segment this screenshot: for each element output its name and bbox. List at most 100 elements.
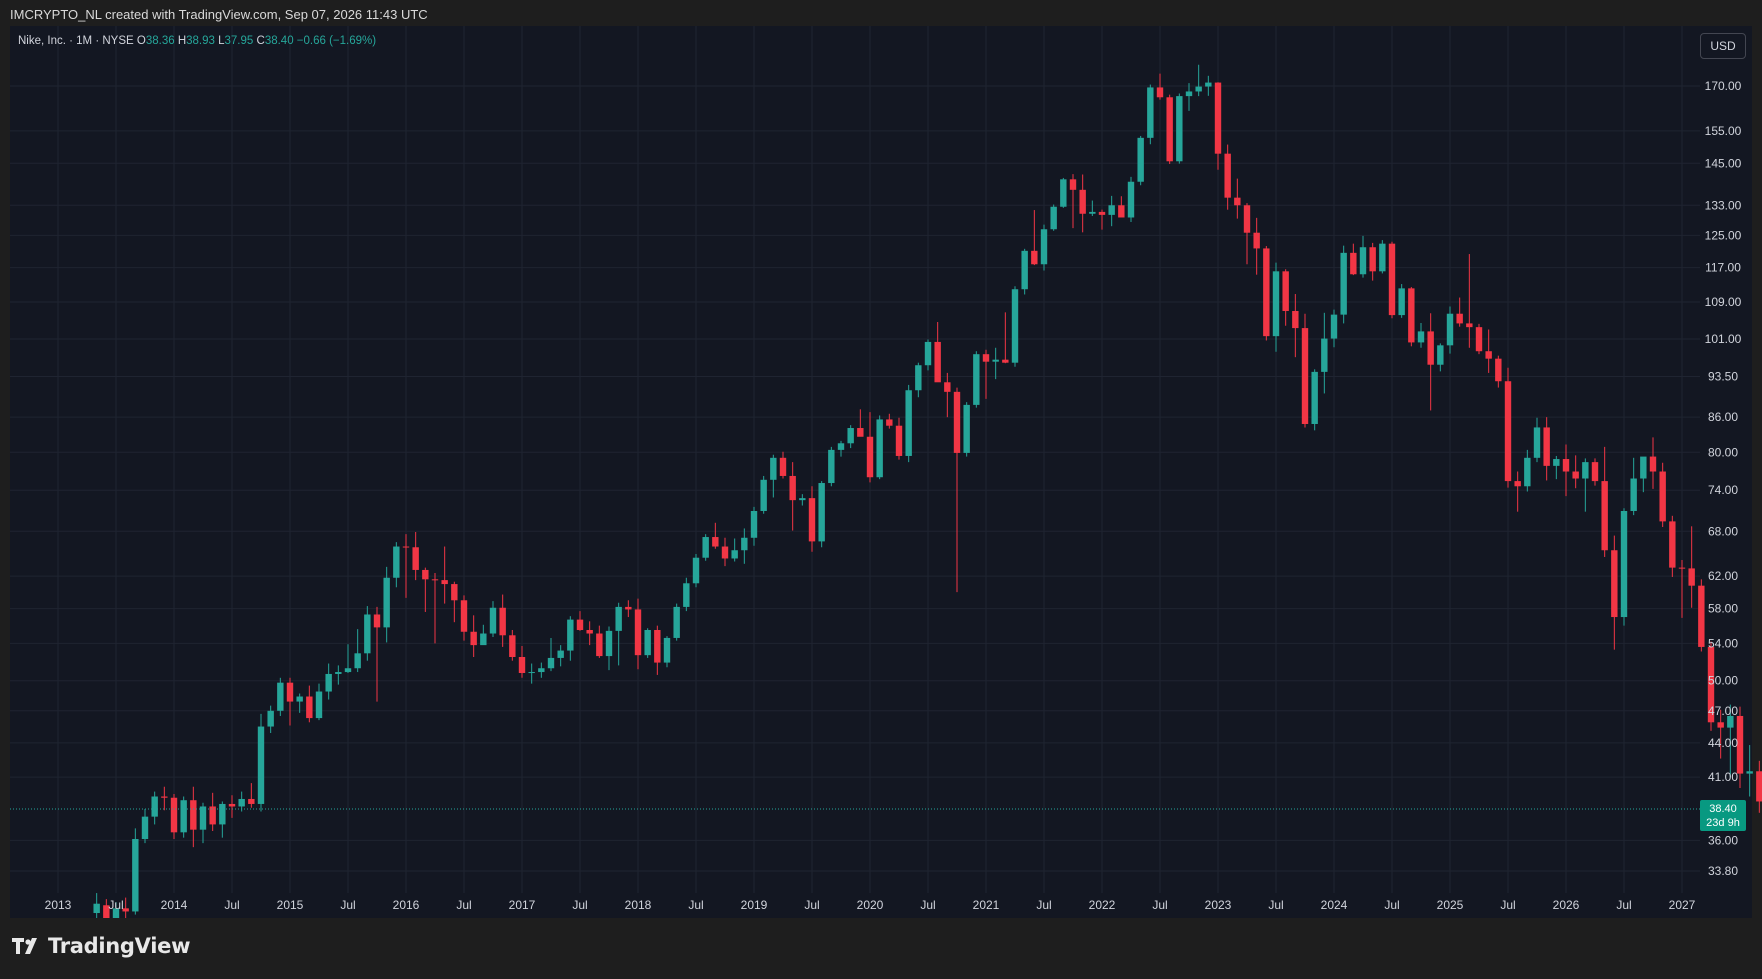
candle-body <box>634 609 642 656</box>
candle-body <box>1321 338 1328 372</box>
candle-body <box>1127 181 1135 218</box>
x-tick-label: 2014 <box>161 898 188 912</box>
candle-body <box>1543 427 1550 466</box>
x-tick-label: Jul <box>1500 898 1515 912</box>
candle-body <box>286 682 294 702</box>
candle-body <box>1292 310 1299 329</box>
candle <box>1050 204 1057 231</box>
candle <box>1756 760 1762 813</box>
candle-body <box>257 726 265 804</box>
candle-body <box>422 569 429 580</box>
candle-body <box>364 614 371 654</box>
candle <box>1388 241 1396 319</box>
candle-body <box>1466 323 1473 328</box>
candle-body <box>1379 243 1386 272</box>
candle-body <box>924 341 932 366</box>
candle-body <box>1147 87 1154 138</box>
y-tick-label: 109.00 <box>1705 295 1742 309</box>
candle-body <box>1185 91 1193 97</box>
candle <box>702 534 709 561</box>
candle-body <box>1698 585 1705 647</box>
candle-body <box>451 584 458 601</box>
y-tick-label: 133.00 <box>1705 198 1742 212</box>
candle-body <box>1340 252 1347 315</box>
candle <box>132 828 139 915</box>
symbol-name: Nike, Inc. · 1M · NYSE <box>18 35 134 47</box>
candle-body <box>663 637 671 663</box>
x-tick-label: 2019 <box>741 898 768 912</box>
candle <box>1379 240 1386 274</box>
chart-canvas[interactable]: 33.80 36.00 41.00 44.00 47.00 50.00 54.00 58.00… <box>0 0 1762 918</box>
y-tick-label: 50.00 <box>1708 674 1738 688</box>
candle-body <box>1427 331 1434 365</box>
candle-body <box>1234 197 1241 206</box>
candle-body <box>1195 86 1202 92</box>
candle-body <box>886 419 893 426</box>
x-tick-label: Jul <box>456 898 471 912</box>
candle-body <box>1504 381 1512 482</box>
candle <box>905 384 912 463</box>
high-value: 38.93 <box>186 35 215 47</box>
x-tick-label: Jul <box>572 898 587 912</box>
y-tick-label: 74.00 <box>1708 483 1738 497</box>
x-tick-label: 2015 <box>277 898 304 912</box>
candle-body <box>944 382 951 392</box>
candle <box>818 481 825 548</box>
candle-body <box>760 479 767 511</box>
candle-body <box>1553 459 1560 466</box>
candle-body <box>170 797 178 833</box>
candle-body <box>770 457 777 480</box>
candle-body <box>248 798 255 804</box>
x-tick-label: Jul <box>108 898 123 912</box>
candle-body <box>1089 211 1096 214</box>
candle-body <box>412 547 419 570</box>
x-tick-label: 2025 <box>1437 898 1464 912</box>
y-tick-label: 117.00 <box>1705 261 1741 275</box>
time-axis[interactable]: 2013 Jul 2014 Jul 2015 Jul 2016 Jul 2017 Jul 2018 J… <box>45 898 1696 912</box>
candle-body <box>1098 211 1106 215</box>
x-tick-label: 2016 <box>393 898 420 912</box>
candle-body <box>296 696 303 702</box>
candle-body <box>190 800 197 830</box>
candle <box>1311 369 1318 431</box>
y-tick-label: 33.80 <box>1708 864 1738 878</box>
candle <box>180 796 187 838</box>
candle-body <box>1746 771 1753 774</box>
candle-body <box>963 404 970 453</box>
candle <box>1620 508 1628 626</box>
candle-body <box>847 428 854 444</box>
candle-body <box>1301 328 1309 424</box>
candle-body <box>1475 327 1483 352</box>
candle-body <box>866 436 874 478</box>
candle <box>1301 313 1309 428</box>
y-tick-label: 41.00 <box>1708 770 1738 784</box>
candle-body <box>1069 179 1077 190</box>
candle-body <box>1253 232 1260 249</box>
candle-body <box>992 359 999 362</box>
x-tick-label: 2018 <box>625 898 652 912</box>
candle <box>1504 367 1512 488</box>
candle-body <box>470 631 477 646</box>
open-label: O <box>136 35 146 47</box>
candle-body <box>538 668 545 673</box>
candle-body <box>1272 271 1280 337</box>
candle-body <box>354 653 361 669</box>
tradingview-logo[interactable]: TradingView <box>12 934 190 958</box>
y-tick-label: 36.00 <box>1708 833 1738 847</box>
candle-body <box>431 579 439 581</box>
candle-body <box>654 629 661 663</box>
candle-body <box>1688 568 1695 586</box>
candle <box>1659 462 1666 528</box>
x-tick-label: 2017 <box>509 898 536 912</box>
candle-body <box>1611 550 1618 618</box>
candle-body <box>1021 250 1028 290</box>
candle-body <box>480 633 487 646</box>
candle-body <box>1408 288 1415 343</box>
candle-body <box>1485 351 1492 359</box>
y-tick-label: 101.00 <box>1705 332 1742 346</box>
candle <box>963 402 970 457</box>
candle-body <box>518 657 526 673</box>
currency-button[interactable]: USD <box>1700 33 1746 59</box>
candle-body <box>1002 359 1009 363</box>
candle-body <box>1118 205 1125 218</box>
